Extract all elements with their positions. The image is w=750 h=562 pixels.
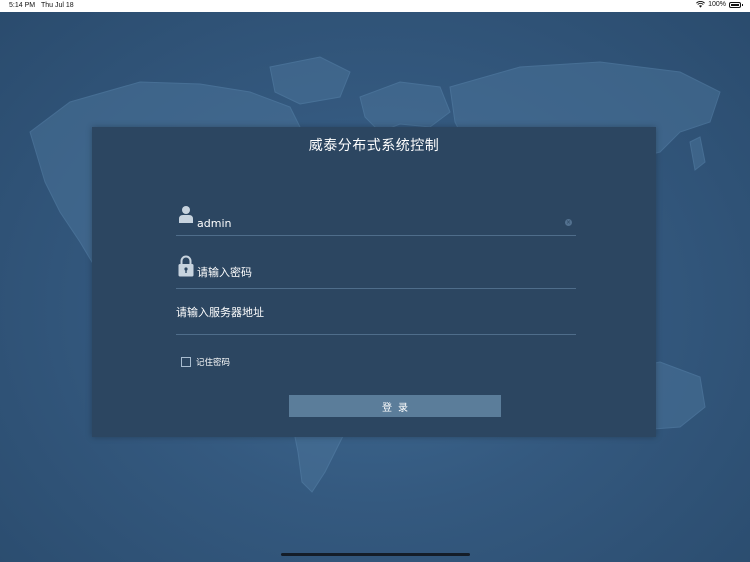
status-right: 100% [696,1,743,8]
battery-percent: 100% [708,1,726,8]
remember-password-row[interactable]: 记住密码 [181,356,230,368]
map-greenland [269,56,351,105]
login-panel: 威泰分布式系统控制 admin × 请输入密码 请输入服务器地址 记住密码 登录 [92,127,656,437]
username-field[interactable]: admin × [176,203,576,236]
clear-icon[interactable]: × [565,219,572,226]
login-button[interactable]: 登录 [289,395,501,417]
password-placeholder: 请输入密码 [197,266,252,279]
battery-icon [729,1,743,8]
status-date: Thu Jul 18 [41,2,74,9]
server-address-field[interactable]: 请输入服务器地址 [176,301,576,335]
wifi-icon [696,1,706,8]
status-time: 5:14 PM [9,2,36,9]
password-field[interactable]: 请输入密码 [176,255,576,289]
lock-icon [178,255,194,277]
username-value: admin [197,217,232,230]
status-bar: 5:14 PM Thu Jul 18 100% [0,0,750,12]
remember-password-checkbox[interactable] [181,357,191,367]
remember-password-label: 记住密码 [196,358,231,368]
app-title: 威泰分布式系统控制 [308,138,440,154]
server-placeholder: 请输入服务器地址 [176,306,264,319]
home-indicator[interactable] [281,553,470,556]
map-europe [359,81,451,133]
user-icon [179,206,193,223]
map-japan [689,136,706,171]
